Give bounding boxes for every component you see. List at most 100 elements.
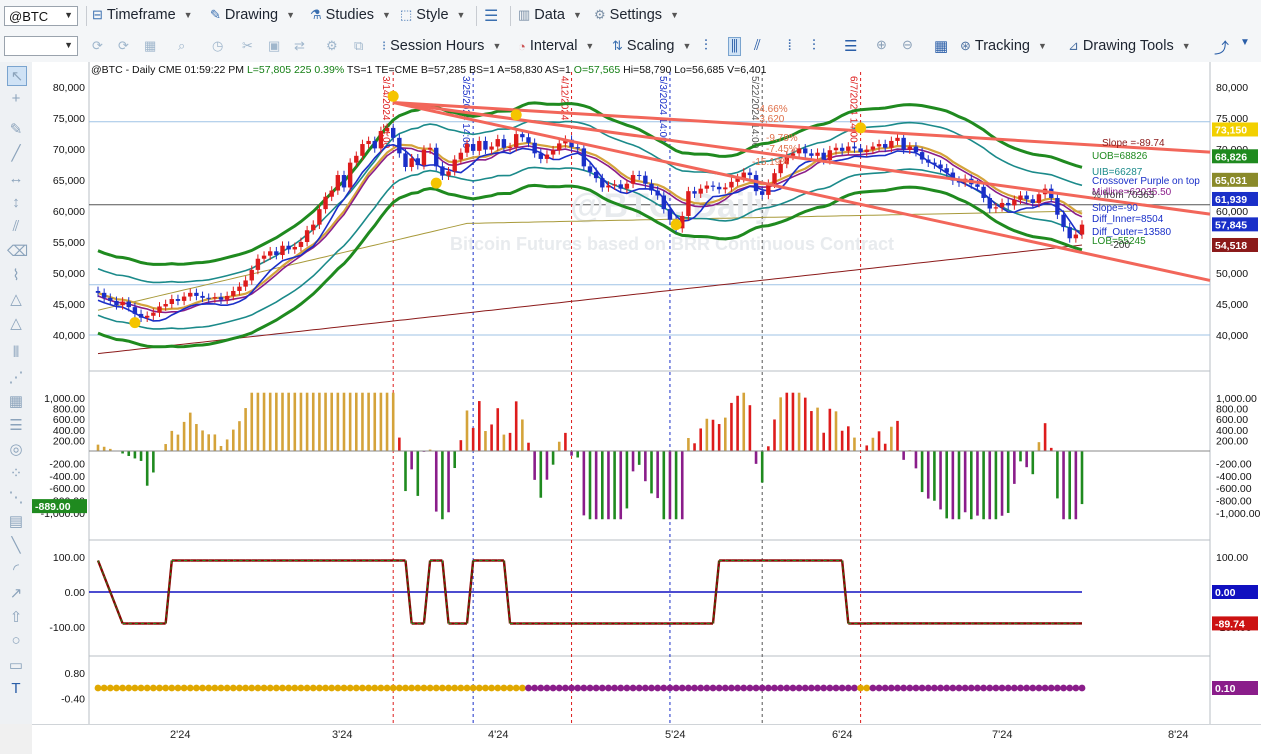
chart-area[interactable]: 80,00080,00075,00075,00070,00070,00065,0… [32,62,1261,724]
copy-icon[interactable]: ⧉ [354,38,363,54]
chevron-down-icon: ▼ [492,41,501,51]
chart-tool-icon[interactable]: ▤ [7,512,25,530]
chevron-down-icon: ▼ [64,40,73,50]
histogram-icon[interactable]: ⦙ [788,37,791,54]
triangle-outline-icon[interactable]: △ [7,314,25,332]
drawing-button[interactable]: ✎ Drawing ▼ [210,7,295,23]
speed-lines-icon[interactable]: ⋰ [7,368,25,386]
price-axis-label-left: 60,000 [53,206,85,218]
annotation-minus200: -200 [1110,240,1130,251]
dot-marker [839,685,846,692]
wrench-icon[interactable]: ✎ [7,120,25,138]
fan-icon[interactable]: ⋱ [7,488,25,506]
bar-chart-icon[interactable]: ⫶ [704,37,708,54]
flask-icon: ⚗ [310,7,322,23]
ohlc-icon[interactable]: ⫶ [812,37,816,54]
layout-stack-icon[interactable]: ☰ [844,37,857,55]
layout-button[interactable]: ☰ [484,6,498,26]
fib-icon[interactable]: ⌇ [7,266,25,284]
hollow-candle-icon[interactable]: ⫽ [754,37,761,54]
scissors-icon[interactable]: ✂ [242,38,253,54]
line-tool-icon[interactable]: ╲ [7,536,25,554]
ellipse-icon[interactable]: ○ [7,632,25,649]
arc-icon[interactable]: ◜ [7,560,25,578]
candle-body [717,187,721,189]
grid-tool-icon[interactable]: ▦ [7,392,25,410]
pointer-icon[interactable]: ↖ [7,66,27,86]
trend-icon[interactable]: ⤴ [1214,37,1229,58]
candle-body [668,209,672,220]
interval-button[interactable]: ◔ Interval ▼ [518,38,594,54]
candle-body [945,168,949,172]
grid-icon[interactable]: ▦ [144,38,156,54]
workspace-combo[interactable]: ▼ [4,36,78,56]
triangle-icon[interactable]: △ [7,290,25,308]
style-label: Style [416,7,448,23]
style-button[interactable]: ⬚ Style ▼ [400,7,465,23]
vertical-line-icon[interactable]: ↕ [7,194,25,211]
candle-body [625,184,629,189]
candle-body [397,138,401,154]
channel-icon[interactable]: ⫽ [7,218,25,235]
candle-body [489,147,493,150]
list-icon[interactable]: ☰ [7,416,25,434]
timeframe-button[interactable]: ⊟ Timeframe ▼ [92,7,193,23]
candle-body [526,137,530,143]
price-axis-label-right: 60,000 [1216,206,1248,218]
chart-toolbar: ▼ ⟳ ⟳ ▦ ⌕ ◷ ✂ ▣ ⇄ ⚙ ⧉ ⁝ Session Hours ▼ … [0,32,1261,63]
dots-icon[interactable]: ⁘ [7,464,25,482]
transfer-icon[interactable]: ⇄ [294,38,305,54]
dot-marker [1005,685,1012,692]
crosshair-tool-icon[interactable]: + [7,90,25,107]
eraser-icon[interactable]: ⌫ [7,242,25,260]
refresh-icon[interactable]: ⟳ [92,38,103,54]
dot-marker [150,685,157,692]
zoom-out-icon[interactable]: ⊖ [902,37,913,53]
candle-body [539,153,543,159]
cycle-icon[interactable]: ◎ [7,440,25,458]
dot-marker [279,685,286,692]
image-icon[interactable]: ▣ [268,38,280,54]
candle-body [477,141,481,151]
text-tool-icon[interactable]: T [7,680,25,697]
session-hours-button[interactable]: ⁝ Session Hours ▼ [382,38,501,54]
gann-icon[interactable]: ⦀ [7,344,25,361]
zoom-icon[interactable]: ⌕ [178,38,185,54]
zoom-in-icon[interactable]: ⊕ [876,37,887,53]
candle-body [133,307,137,314]
dot-marker [937,685,944,692]
arrow-icon[interactable]: ↗ [7,584,25,602]
dot-marker [943,685,950,692]
link-icon[interactable]: ⟳ [118,38,129,54]
symbol-combo[interactable]: @BTC ▼ [4,6,78,26]
dot-marker [494,685,501,692]
up-arrow-icon[interactable]: ⇧ [7,608,25,626]
tracking-button[interactable]: ⊛ Tracking ▼ [960,38,1047,54]
header-ts-te: TS=1 TE=CME [347,64,421,76]
trendline-icon[interactable]: ╱ [7,144,25,162]
dot-marker [857,685,864,692]
chevron-down-icon[interactable]: ▼ [1240,37,1250,48]
dot-marker [291,685,298,692]
clock-icon[interactable]: ◷ [212,38,223,54]
candle-body [1018,196,1022,200]
candlestick-icon[interactable]: ⫼ [728,37,741,56]
dot-marker [845,685,852,692]
chart-canvas[interactable]: 80,00080,00075,00075,00070,00070,00065,0… [32,62,1261,724]
histogram-axis-label-left: 200.00 [53,435,85,447]
horizontal-line-icon[interactable]: ↔ [7,170,25,187]
studies-button[interactable]: ⚗ Studies ▼ [310,7,391,23]
data-window-icon[interactable]: ▦ [934,37,948,55]
candle-body [643,176,647,184]
rectangle-icon[interactable]: ▭ [7,656,25,674]
settings-button[interactable]: ⚙ Settings ▼ [594,7,679,23]
dot-marker [931,685,938,692]
data-button[interactable]: ▥ Data ▼ [518,7,582,23]
dot-marker [341,685,348,692]
settings-small-icon[interactable]: ⚙ [326,38,338,54]
candle-body [459,153,463,160]
drawing-tools-button[interactable]: ⊿ Drawing Tools ▼ [1068,38,1191,54]
bars-icon: ⁝ [382,38,386,54]
scaling-button[interactable]: ⇅ Scaling ▼ [612,38,691,54]
price-axis-label-left: 45,000 [53,299,85,311]
